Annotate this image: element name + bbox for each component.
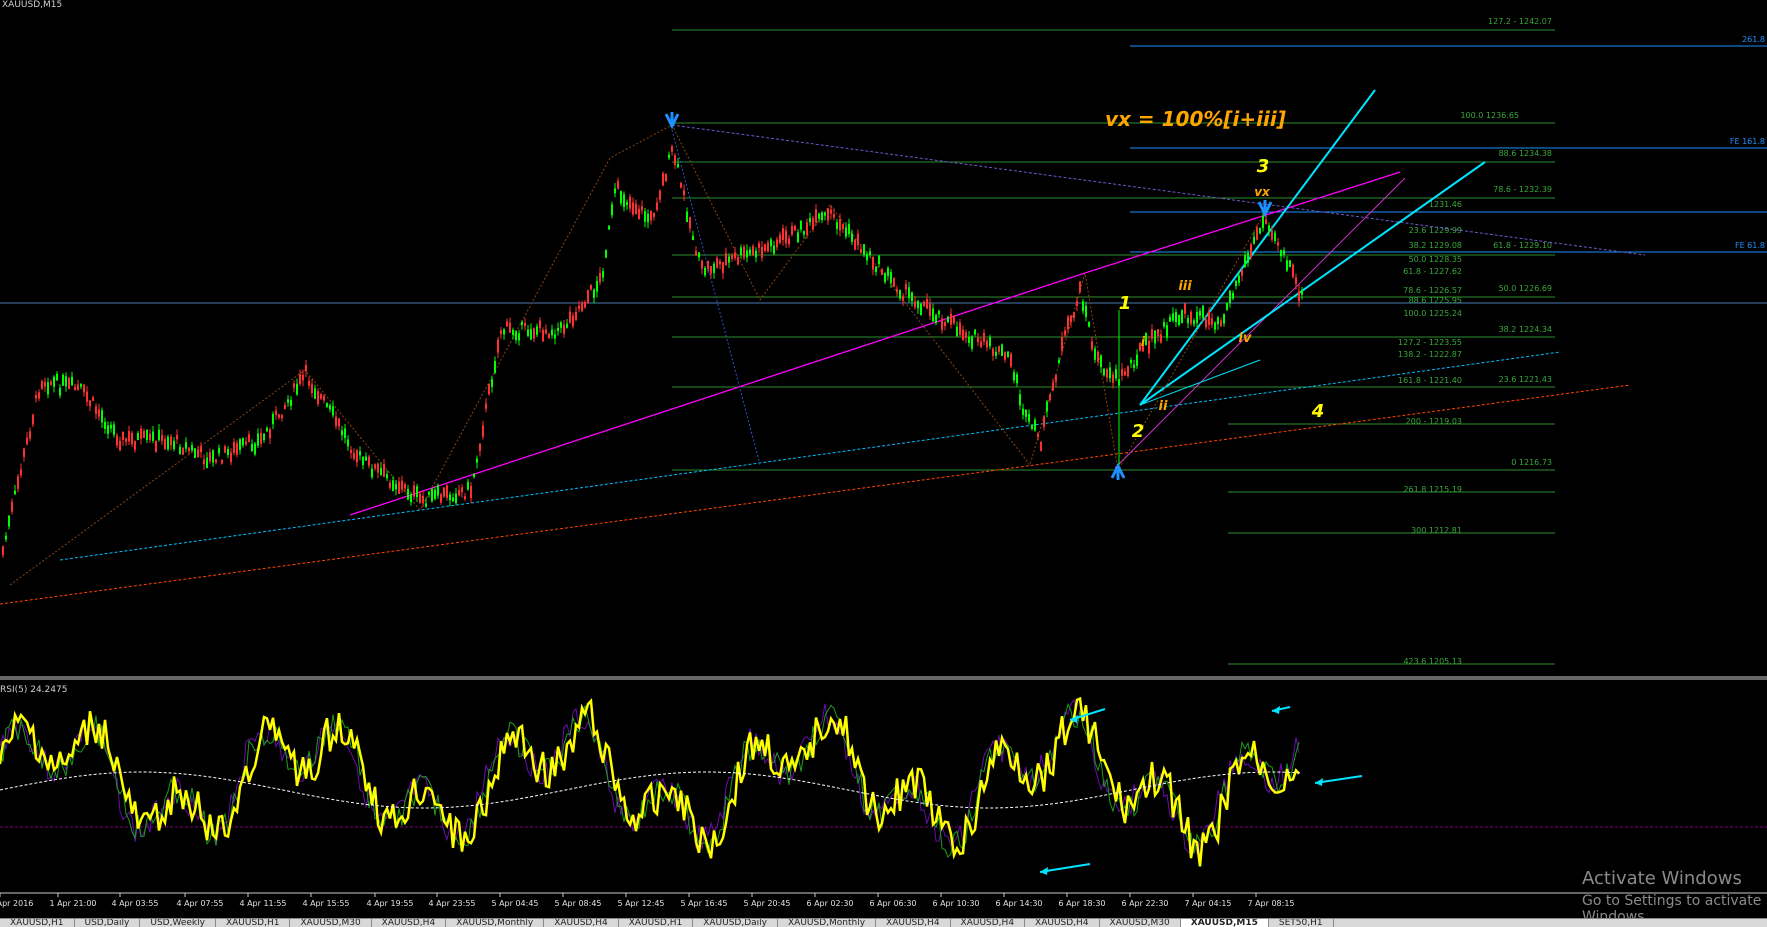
- time-axis-label: 4 Apr 07:55: [176, 899, 223, 908]
- fib-level-label: 88.6 1234.38: [1499, 149, 1552, 158]
- fib-level-label: 61.8 - 1229.10: [1493, 241, 1552, 250]
- trendline-red-dashed: [0, 384, 1631, 605]
- time-axis-label: 7 Apr 04:15: [1184, 899, 1231, 908]
- wave-formula-annotation: vx = 100%[i+iii]: [1105, 107, 1286, 131]
- wave-label: 2: [1132, 421, 1145, 442]
- fib-level-label: 1231.46: [1429, 200, 1462, 209]
- time-axis-label: 5 Apr 16:45: [680, 899, 727, 908]
- time-axis-label: 5 Apr 12:45: [617, 899, 664, 908]
- channel-cyan-upper: [1139, 89, 1376, 406]
- time-axis-label: 4 Apr 23:55: [428, 899, 475, 908]
- fe-level-label: 261.8: [1742, 35, 1765, 44]
- fib-level-label: 423.6 1205.13: [1403, 657, 1462, 666]
- arrow-up-icon: [1110, 462, 1126, 480]
- fib-level-label: 127.2 - 1223.55: [1398, 338, 1462, 347]
- wave-label: 3: [1257, 156, 1270, 177]
- fib-level-label: 161.8 - 1221.40: [1398, 376, 1462, 385]
- fib-level-label: 50.0 1228.35: [1409, 255, 1462, 264]
- time-axis-label: 6 Apr 22:30: [1121, 899, 1168, 908]
- zigzag-line: [9, 124, 1266, 586]
- activate-windows-watermark: Activate Windows: [1582, 868, 1742, 889]
- time-axis-label: 6 Apr 14:30: [995, 899, 1042, 908]
- fib-level-label: 200 - 1219.03: [1406, 417, 1462, 426]
- wave-label: iii: [1178, 279, 1192, 294]
- trendline-blue-dashed: [59, 351, 1561, 561]
- wave-label: 4: [1311, 401, 1325, 422]
- trendline-magenta: [349, 272, 1086, 516]
- fib-level-label: 100.0 1225.24: [1403, 309, 1462, 318]
- time-axis-label: 4 Apr 11:55: [239, 899, 286, 908]
- fib-level-label: 38.2 1229.08: [1409, 241, 1462, 250]
- fib-level-label: 78.6 - 1226.57: [1403, 286, 1462, 295]
- fib-level-label: 100.0 1236.65: [1460, 111, 1519, 120]
- time-axis-label: 7 Apr 08:15: [1247, 899, 1294, 908]
- time-axis-label: 1 Apr 21:00: [49, 899, 96, 908]
- fe-level-label: FE 61.8: [1735, 241, 1765, 250]
- time-axis-label: 4 Apr 19:55: [366, 899, 413, 908]
- candlesticks: [2, 144, 1303, 558]
- chart-title: XAUUSD,M15: [2, 0, 63, 10]
- wave-label: vx: [1254, 185, 1271, 199]
- fib-level-label: 23.6 1221.43: [1499, 375, 1552, 384]
- fib-level-label: 138.2 - 1222.87: [1398, 350, 1462, 359]
- rsi-signal-purple: [0, 698, 1300, 855]
- wave-label: i: [1141, 335, 1146, 350]
- arrow-down-icon: [664, 112, 680, 130]
- fib-level-label: 78.6 - 1232.39: [1493, 185, 1552, 194]
- fib-level-label: 38.2 1224.34: [1499, 325, 1552, 334]
- time-axis-label: 4 Apr 15:55: [302, 899, 349, 908]
- fib-level-label: 261.8 1215.19: [1403, 485, 1462, 494]
- time-axis-label: 4 Apr 03:55: [111, 899, 158, 908]
- time-axis-label: Apr 2016: [0, 899, 33, 908]
- time-axis-label: 5 Apr 20:45: [743, 899, 790, 908]
- price-chart[interactable]: 127.2 - 1242.07 100.0 1236.65 88.6 1234.38…: [0, 0, 1767, 926]
- fib-level-label: 300 1212.81: [1411, 526, 1462, 535]
- fe-level-label: FE 161.8: [1730, 137, 1765, 146]
- time-axis-label: 5 Apr 04:45: [491, 899, 538, 908]
- trendline-magenta: [1084, 171, 1401, 274]
- fib-level-label: 61.8 - 1227.62: [1403, 267, 1462, 276]
- fib-level-label: 88.6 1225.95: [1409, 296, 1462, 305]
- time-axis-label: 6 Apr 18:30: [1058, 899, 1105, 908]
- fib-level-label: 0 1216.73: [1511, 458, 1552, 467]
- time-axis-label: 6 Apr 06:30: [869, 899, 916, 908]
- wave-label: 1: [1119, 293, 1132, 314]
- time-axis-label: 5 Apr 08:45: [554, 899, 601, 908]
- time-axis-label: 6 Apr 02:30: [806, 899, 853, 908]
- time-axis-label: 6 Apr 10:30: [932, 899, 979, 908]
- wave-label: iv: [1239, 331, 1252, 346]
- fib-level-label: 127.2 - 1242.07: [1488, 17, 1552, 26]
- indicator-title: RSI(5) 24.2475: [0, 685, 68, 695]
- fib-level-label: 50.0 1226.69: [1499, 284, 1552, 293]
- wave-label: ii: [1159, 399, 1168, 414]
